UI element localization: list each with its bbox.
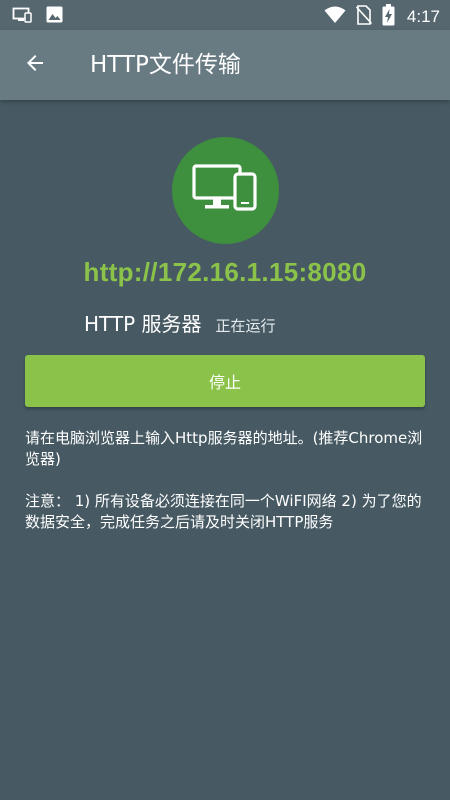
battery-charging-icon (382, 4, 395, 30)
no-sim-icon (355, 5, 372, 29)
back-button[interactable] (14, 44, 56, 86)
monitor-icon (12, 7, 32, 27)
app-bar: HTTP文件传输 (0, 30, 450, 100)
instruction-text: 请在电脑浏览器上输入Http服务器的地址。(推荐Chrome浏览器) (25, 429, 423, 468)
arrow-back-icon (23, 51, 47, 79)
wifi-icon (324, 6, 346, 28)
image-icon (46, 6, 63, 27)
status-left-icons (12, 6, 63, 27)
stop-button[interactable]: 停止 (25, 355, 425, 407)
server-icon-badge (172, 137, 279, 244)
server-name: HTTP 服务器 (84, 312, 202, 336)
note-text: 注意： 1) 所有设备必须连接在同一个WiFI网络 2) 为了您的数据安全，完成… (25, 492, 422, 531)
server-status-row: HTTP 服务器 正在运行 (84, 308, 276, 337)
status-badge: 正在运行 (215, 317, 276, 335)
status-time: 4:17 (406, 7, 440, 26)
server-url: http://172.16.1.15:8080 (83, 257, 367, 287)
status-bar: 4:17 (0, 0, 450, 30)
status-right-icons: 4:17 (324, 4, 440, 30)
monitor-phone-icon (191, 163, 260, 219)
page-title: HTTP文件传输 (90, 52, 241, 78)
